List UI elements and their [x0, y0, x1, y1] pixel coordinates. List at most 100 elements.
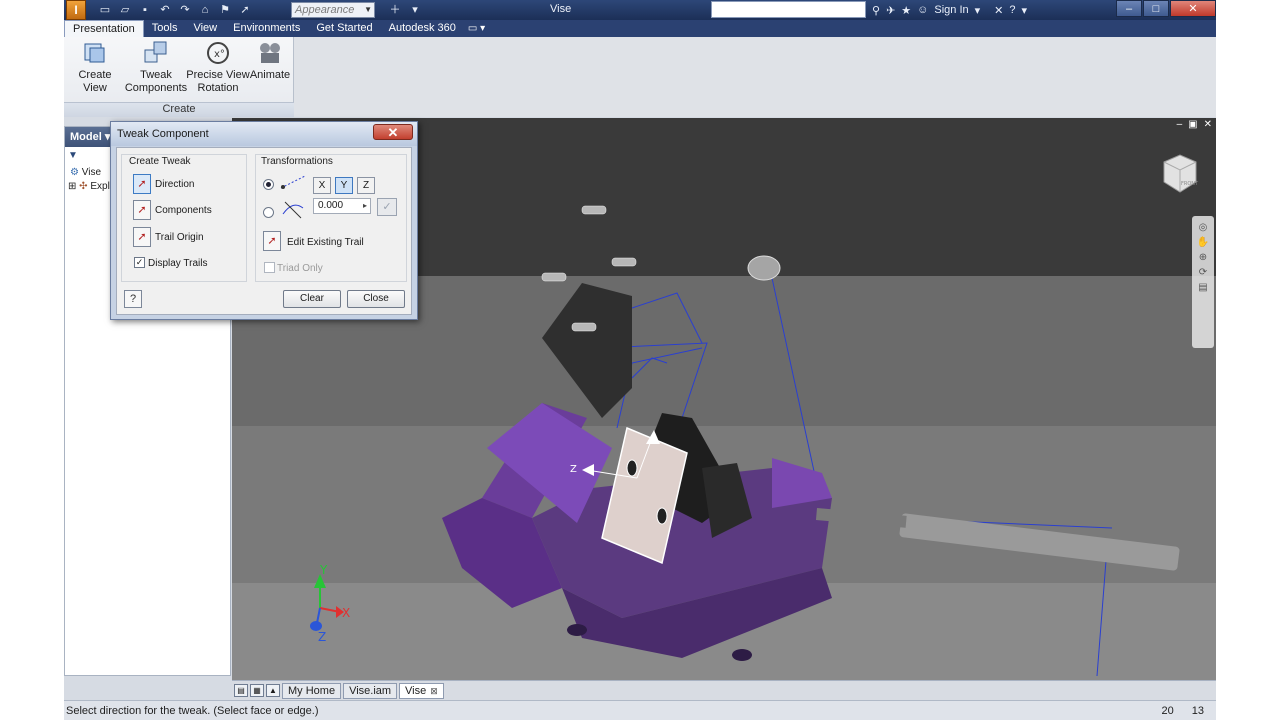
- zoom-icon[interactable]: ⊕: [1199, 252, 1207, 263]
- precise-view-rotation-button[interactable]: x° Precise View Rotation: [186, 39, 250, 95]
- direction-select-button[interactable]: ➚: [133, 174, 151, 194]
- help-button[interactable]: ?: [124, 290, 142, 308]
- help-search-input[interactable]: [711, 1, 866, 18]
- help-icon: ?: [129, 293, 137, 305]
- title-bar: I ▭ ▱ ▪ ↶ ↷ ⌂ ⚑ ➚ Appearance ▼ ＋ ▾ Vise …: [64, 0, 1216, 20]
- dialog-title: Tweak Component: [117, 128, 209, 140]
- maximize-button[interactable]: □: [1143, 0, 1169, 17]
- document-tab-bar: ▤ ▦ ▲ My Home Vise.iam Vise ⊠: [232, 680, 1216, 700]
- components-select-button[interactable]: ➚: [133, 200, 151, 220]
- appearance-dropdown[interactable]: Appearance ▼: [291, 2, 375, 18]
- angle-dropdown-icon[interactable]: ▸: [363, 201, 367, 210]
- tree-item-vise[interactable]: ⚙ Vise: [70, 167, 101, 178]
- look-at-icon[interactable]: ▤: [1198, 282, 1207, 293]
- linear-move-radio[interactable]: [263, 179, 274, 190]
- viewcube[interactable]: FRONT: [1156, 152, 1200, 196]
- pan-icon[interactable]: ✋: [1197, 237, 1209, 248]
- tweak-component-dialog: Tweak Component ✕ Create Tweak ➚ Directi…: [110, 121, 418, 320]
- plus-icon[interactable]: ＋: [386, 2, 404, 18]
- favorites-star-icon[interactable]: ★: [901, 4, 911, 17]
- open-file-icon[interactable]: ▱: [116, 2, 134, 18]
- subscription-icon[interactable]: ✈: [886, 4, 895, 17]
- create-view-button[interactable]: Create View: [66, 39, 124, 95]
- animate-label: Animate: [249, 69, 291, 81]
- animate-button[interactable]: Animate: [248, 39, 292, 82]
- precise-view-rotation-label: Precise View Rotation: [186, 69, 250, 94]
- close-window-button[interactable]: ✕: [1170, 0, 1216, 17]
- save-icon[interactable]: ▪: [136, 2, 154, 18]
- home-icon[interactable]: ⌂: [196, 2, 214, 18]
- tile-horizontal-icon[interactable]: ▤: [234, 684, 248, 697]
- tab-view[interactable]: View: [185, 20, 225, 37]
- tweak-components-button[interactable]: Tweak Components: [124, 39, 188, 95]
- select-arrow-icon: ➚: [267, 235, 277, 247]
- triad-only-checkbox[interactable]: [264, 262, 275, 273]
- undo-icon[interactable]: ↶: [156, 2, 174, 18]
- select-icon[interactable]: ➚: [236, 2, 254, 18]
- status-message: Select direction for the tweak. (Select …: [66, 705, 319, 717]
- tab-autodesk-360[interactable]: Autodesk 360: [381, 20, 464, 37]
- ribbon-tabs: Presentation Tools View Environments Get…: [64, 20, 1216, 37]
- tree-item-explosion[interactable]: ⊞ ✣ Expl: [68, 181, 110, 192]
- tab-get-started[interactable]: Get Started: [308, 20, 380, 37]
- clear-button[interactable]: Clear: [283, 290, 341, 308]
- apply-check-button[interactable]: ✓: [377, 198, 397, 216]
- lead-screw: [815, 508, 1180, 571]
- select-arrow-icon: ➚: [137, 204, 147, 216]
- edit-existing-trail-button[interactable]: ➚: [263, 231, 281, 251]
- tab-environments[interactable]: Environments: [225, 20, 308, 37]
- sign-in-link[interactable]: Sign In: [934, 4, 968, 16]
- display-trails-checkbox[interactable]: ✓: [134, 257, 145, 268]
- ribbon-display-options-icon[interactable]: ▭ ▾: [464, 20, 489, 37]
- dialog-body: Create Tweak ➚ Direction ➚ Components ➚ …: [116, 147, 412, 315]
- axis-x-button[interactable]: X: [313, 177, 331, 194]
- application-menu-icon[interactable]: I: [66, 0, 86, 20]
- axis-label-y: Y: [319, 563, 328, 577]
- create-view-icon: [80, 39, 110, 67]
- redo-icon[interactable]: ↷: [176, 2, 194, 18]
- tab-presentation[interactable]: Presentation: [64, 20, 144, 37]
- filter-icon[interactable]: ▼: [68, 150, 78, 161]
- doc-tab-vise[interactable]: Vise ⊠: [399, 682, 444, 699]
- collapse-tabs-icon[interactable]: ▲: [266, 684, 280, 697]
- update-icon[interactable]: ⚑: [216, 2, 234, 18]
- direction-label: Direction: [155, 179, 195, 190]
- binoculars-icon[interactable]: ⚲: [872, 4, 880, 17]
- axis-z-button[interactable]: Z: [357, 177, 375, 194]
- chevron-down-icon[interactable]: ▾: [975, 4, 981, 17]
- trail-origin-select-button[interactable]: ➚: [133, 227, 151, 247]
- ribbon-panel-label: Create: [64, 102, 294, 117]
- appearance-dropdown-label: Appearance: [295, 4, 355, 16]
- help-icon[interactable]: ?: [1009, 4, 1015, 16]
- animate-icon: [255, 39, 285, 67]
- close-button[interactable]: Close: [347, 290, 405, 308]
- display-trails-label: Display Trails: [148, 258, 208, 269]
- dialog-title-bar[interactable]: Tweak Component ✕: [111, 122, 417, 146]
- select-arrow-icon: ➚: [137, 178, 147, 190]
- minimize-button[interactable]: –: [1116, 0, 1142, 17]
- help-dropdown-icon[interactable]: ▾: [1022, 4, 1028, 17]
- customize-qat-icon[interactable]: ▾: [406, 2, 424, 18]
- svg-text:x°: x°: [214, 49, 225, 60]
- orbit-icon[interactable]: ⟳: [1199, 267, 1207, 278]
- rotation-radio[interactable]: [263, 207, 274, 218]
- tile-vertical-icon[interactable]: ▦: [250, 684, 264, 697]
- steering-wheel-icon[interactable]: ◎: [1199, 222, 1208, 233]
- dialog-close-button[interactable]: ✕: [373, 124, 413, 140]
- components-label: Components: [155, 205, 212, 216]
- axis-y-button[interactable]: Y: [335, 177, 353, 194]
- quick-access-extra: ＋ ▾: [386, 2, 424, 18]
- user-icon[interactable]: ☺: [917, 4, 928, 16]
- doc-tab-vise-iam[interactable]: Vise.iam: [343, 682, 398, 699]
- close-tab-icon[interactable]: ⊠: [430, 686, 438, 696]
- select-arrow-icon: ➚: [137, 231, 147, 243]
- exchange-apps-icon[interactable]: ✕: [994, 4, 1003, 17]
- coordinate-triad: [310, 574, 344, 631]
- axis-label-z: Z: [318, 630, 326, 644]
- tab-tools[interactable]: Tools: [144, 20, 186, 37]
- new-file-icon[interactable]: ▭: [96, 2, 114, 18]
- chevron-down-icon: ▼: [364, 5, 372, 14]
- doc-tab-label: Vise.iam: [349, 684, 392, 697]
- status-counters: 20 13: [1162, 701, 1205, 721]
- doc-tab-my-home[interactable]: My Home: [282, 682, 342, 699]
